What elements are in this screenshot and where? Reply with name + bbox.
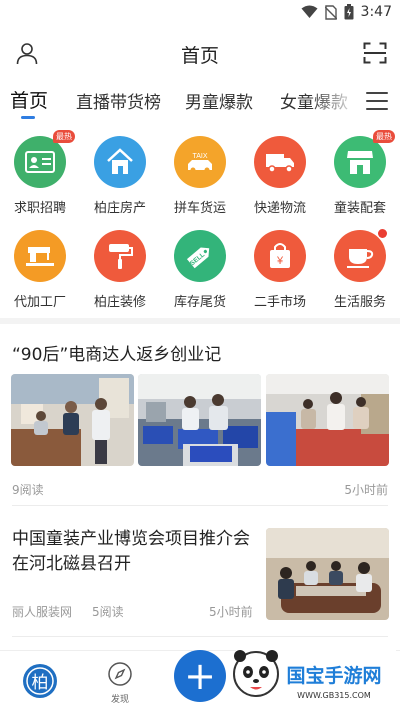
article-photo[interactable] <box>266 374 389 466</box>
tab-boys-hot[interactable]: 男童爆款 <box>185 88 253 113</box>
category-real-estate[interactable]: 柏庄房产 <box>80 136 160 216</box>
category-kids-wear-supply[interactable]: 最热 童装配套 <box>320 130 400 216</box>
scan-icon <box>363 42 387 64</box>
tab-home[interactable]: 首页 <box>10 86 48 113</box>
status-icons: 3:47 <box>301 4 392 20</box>
no-sim-icon <box>324 4 337 20</box>
article-read-count: 9阅读 <box>12 483 44 497</box>
notification-dot <box>378 229 387 238</box>
watermark-logo: 国宝手游网 WWW.GB315.COM <box>233 642 396 708</box>
category-label: 柏庄装修 <box>93 295 146 310</box>
category-icon-circle: ¥ <box>254 230 306 282</box>
category-icon-circle: SELL <box>174 230 226 282</box>
category-label: 童装配套 <box>333 201 386 216</box>
article-title[interactable]: “90后”电商达人返乡创业记 <box>12 340 221 365</box>
article-time: 5小时前 <box>209 605 253 619</box>
category-label: 快递物流 <box>253 201 306 216</box>
house-icon <box>107 148 133 174</box>
taxi-sign-text: TAIX <box>192 153 207 160</box>
article-thumbnail[interactable] <box>266 528 389 620</box>
coffee-cup-icon <box>347 249 374 268</box>
workshop-photo <box>266 374 389 466</box>
shopping-bag-icon: ¥ <box>270 243 290 268</box>
paint-roller-icon <box>109 244 133 269</box>
sewing-machine-icon <box>26 247 54 266</box>
home-logo-text: 柏 <box>32 673 49 693</box>
category-icon-circle: 最热 <box>14 130 75 188</box>
article-divider <box>12 505 388 506</box>
section-divider <box>0 318 400 324</box>
category-decoration[interactable]: 柏庄装修 <box>80 230 160 310</box>
status-time: 3:47 <box>360 4 392 20</box>
sell-tag-icon: SELL <box>186 247 210 269</box>
status-bar: 3:47 <box>0 0 400 28</box>
menu-line <box>366 100 388 102</box>
category-icon-circle <box>94 136 146 188</box>
article-title[interactable]: 中国童装产业博览会项目推介会在河北磁县召开 <box>12 527 252 577</box>
hot-badge: 最热 <box>53 130 75 143</box>
watermark-text: 国宝手游网 <box>286 664 381 687</box>
article-divider <box>12 636 388 637</box>
site-watermark: 国宝手游网 WWW.GB315.COM <box>226 640 396 708</box>
add-plus-sign: + <box>184 654 216 698</box>
article-time: 5小时前 <box>344 483 388 497</box>
category-jobs[interactable]: 最热 求职招聘 <box>0 130 80 216</box>
nav-discover[interactable]: 发现 <box>90 657 150 705</box>
meeting-photo <box>266 528 389 620</box>
battery-icon <box>344 4 354 20</box>
category-icon-circle <box>254 136 306 188</box>
tab-fade <box>310 82 360 118</box>
compass-icon <box>108 662 132 686</box>
category-second-hand[interactable]: ¥ 二手市场 <box>240 230 320 310</box>
home-logo-icon: 柏 <box>23 664 57 698</box>
category-stock-clearance[interactable]: SELL 库存尾货 <box>160 230 240 310</box>
header: 首页 <box>0 30 400 76</box>
page-title: 首页 <box>180 45 219 67</box>
category-carpool[interactable]: TAIX 拼车货运 <box>160 136 240 216</box>
category-label: 柏庄房产 <box>93 201 146 216</box>
nav-home[interactable]: 柏 <box>10 657 70 703</box>
more-tabs-button[interactable] <box>366 92 388 110</box>
category-label: 二手市场 <box>253 295 306 310</box>
category-label: 求职招聘 <box>13 201 66 216</box>
article-photo[interactable] <box>138 374 261 466</box>
office-photo <box>11 374 134 466</box>
category-label: 生活服务 <box>333 295 386 310</box>
category-icon-circle: 最热 <box>334 130 395 188</box>
category-logistics[interactable]: 快递物流 <box>240 136 320 216</box>
nav-discover-label: 发现 <box>110 695 129 705</box>
add-icon: + <box>174 650 226 702</box>
menu-line <box>366 108 388 110</box>
category-tabs: 首页 直播带货榜 男童爆款 女童爆款 <box>0 82 400 122</box>
truck-icon <box>266 154 294 173</box>
category-label: 代加工厂 <box>13 295 66 310</box>
store-icon <box>347 151 373 174</box>
category-label: 库存尾货 <box>173 295 226 310</box>
category-label: 拼车货运 <box>173 201 226 216</box>
category-icon-circle: TAIX <box>174 136 226 188</box>
watermark-url: WWW.GB315.COM <box>297 691 371 700</box>
category-icon-circle <box>94 230 146 282</box>
menu-line <box>366 92 388 94</box>
category-oem-factory[interactable]: 代加工厂 <box>0 230 80 310</box>
tab-live-ranking[interactable]: 直播带货榜 <box>76 88 161 113</box>
wifi-icon <box>301 5 318 18</box>
article-photo[interactable] <box>11 374 134 466</box>
scan-button[interactable] <box>360 38 390 68</box>
article-source: 丽人服装网 <box>12 605 73 619</box>
yuan-sign: ¥ <box>276 255 284 267</box>
taxi-icon: TAIX <box>188 153 212 173</box>
id-card-icon <box>25 151 55 173</box>
category-icon-circle <box>14 230 66 282</box>
warehouse-photo <box>138 374 261 466</box>
hot-badge: 最热 <box>373 130 395 143</box>
category-icon-circle <box>334 229 387 282</box>
nav-add[interactable]: + <box>170 649 230 707</box>
tab-active-indicator <box>21 116 35 119</box>
category-life-services[interactable]: 生活服务 <box>320 229 400 310</box>
article-read-count: 5阅读 <box>92 605 124 619</box>
